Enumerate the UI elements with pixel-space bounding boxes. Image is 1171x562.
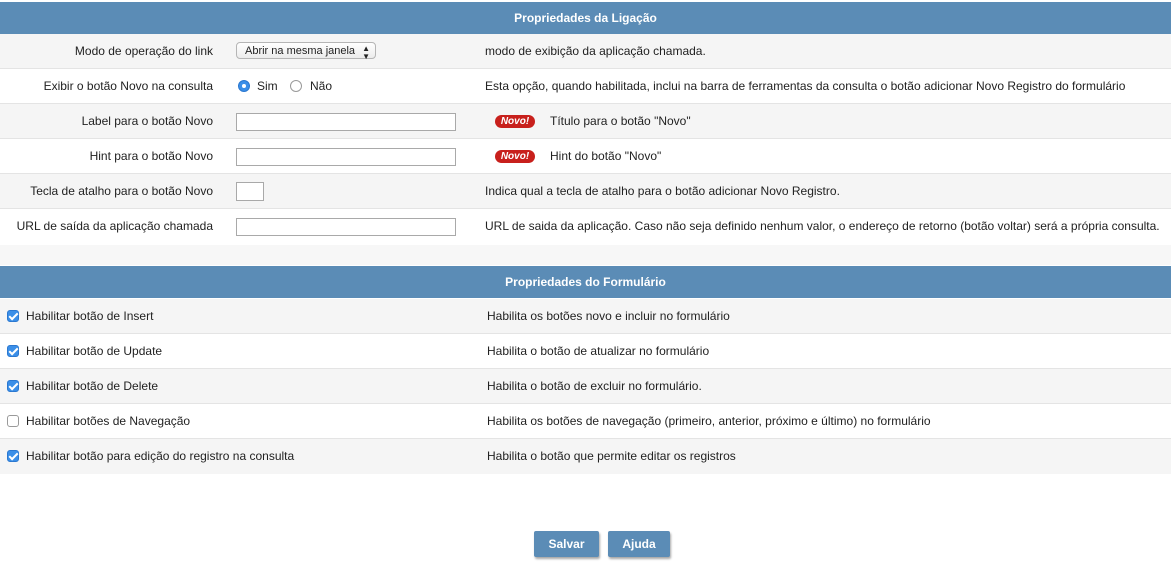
save-button[interactable]: Salvar [534,531,599,557]
show-new-button-row: Exibir o botão Novo na consulta Sim Não … [0,69,1171,104]
form-option-label[interactable]: Habilitar botão de Insert [26,299,153,333]
radio-nao[interactable] [290,80,302,92]
new-label-description: Título para o botão "Novo" [550,114,691,128]
form-option-description: Habilita o botão de atualizar no formulá… [487,344,710,358]
show-new-button-description: Esta opção, quando habilitada, inclui na… [485,79,1126,93]
form-option-row: Habilitar botão de Update Habilita o bot… [0,334,1171,369]
shortcut-description: Indica qual a tecla de atalho para o bot… [485,184,840,198]
form-option-label[interactable]: Habilitar botões de Navegação [26,404,190,438]
show-new-button-label: Exibir o botão Novo na consulta [43,79,213,93]
form-option-label[interactable]: Habilitar botão de Delete [26,369,158,403]
new-hint-description: Hint do botão "Novo" [550,149,662,163]
form-properties-header: Propriedades do Formulário [0,266,1171,298]
new-label-input[interactable] [236,113,456,131]
form-option-label[interactable]: Habilitar botão para edição do registro … [26,439,294,473]
form-option-description: Habilita o botão de excluir no formulári… [487,379,702,393]
new-label-row: Label para o botão Novo Novo! Título par… [0,104,1171,139]
form-option-row: Habilitar botão de Insert Habilita os bo… [0,299,1171,334]
link-mode-select[interactable]: Abrir na mesma janela ▲ ▼ [236,42,376,61]
exit-url-row: URL de saída da aplicação chamada URL de… [0,209,1171,244]
insert-checkbox[interactable] [7,310,19,322]
form-option-description: Habilita os botões novo e incluir no for… [487,309,730,323]
form-option-description: Habilita o botão que permite editar os r… [487,449,736,463]
new-hint-label: Hint para o botão Novo [89,149,213,163]
shortcut-label: Tecla de atalho para o botão Novo [30,184,213,198]
new-badge: Novo! [495,150,535,163]
radio-sim[interactable] [238,80,250,92]
update-checkbox[interactable] [7,345,19,357]
section-spacer [0,245,1171,265]
radio-nao-label[interactable]: Não [310,69,332,103]
delete-checkbox[interactable] [7,380,19,392]
shortcut-row: Tecla de atalho para o botão Novo Indica… [0,174,1171,209]
help-button[interactable]: Ajuda [608,531,670,557]
form-option-row: Habilitar botão de Delete Habilita o bot… [0,369,1171,404]
select-arrows-icon: ▲ ▼ [362,44,370,61]
new-label-label: Label para o botão Novo [81,114,213,128]
exit-url-input[interactable] [236,218,456,236]
link-mode-label: Modo de operação do link [74,44,213,58]
form-option-description: Habilita os botões de navegação (primeir… [487,414,931,428]
navigation-checkbox[interactable] [7,415,19,427]
form-option-row: Habilitar botões de Navegação Habilita o… [0,404,1171,439]
link-mode-select-value: Abrir na mesma janela [245,45,356,57]
form-option-label[interactable]: Habilitar botão de Update [26,334,162,368]
new-hint-input[interactable] [236,148,456,166]
link-mode-row: Modo de operação do link Abrir na mesma … [0,34,1171,69]
new-hint-row: Hint para o botão Novo Novo! Hint do bot… [0,139,1171,174]
shortcut-input[interactable] [236,182,264,201]
radio-sim-label[interactable]: Sim [257,69,278,103]
edit-record-checkbox[interactable] [7,450,19,462]
link-properties-header: Propriedades da Ligação [0,2,1171,34]
link-mode-description: modo de exibição da aplicação chamada. [485,44,706,58]
exit-url-label: URL de saída da aplicação chamada [16,219,213,233]
exit-url-description: URL de saida da aplicação. Caso não seja… [485,219,1160,233]
new-badge: Novo! [495,115,535,128]
form-option-row: Habilitar botão para edição do registro … [0,439,1171,474]
